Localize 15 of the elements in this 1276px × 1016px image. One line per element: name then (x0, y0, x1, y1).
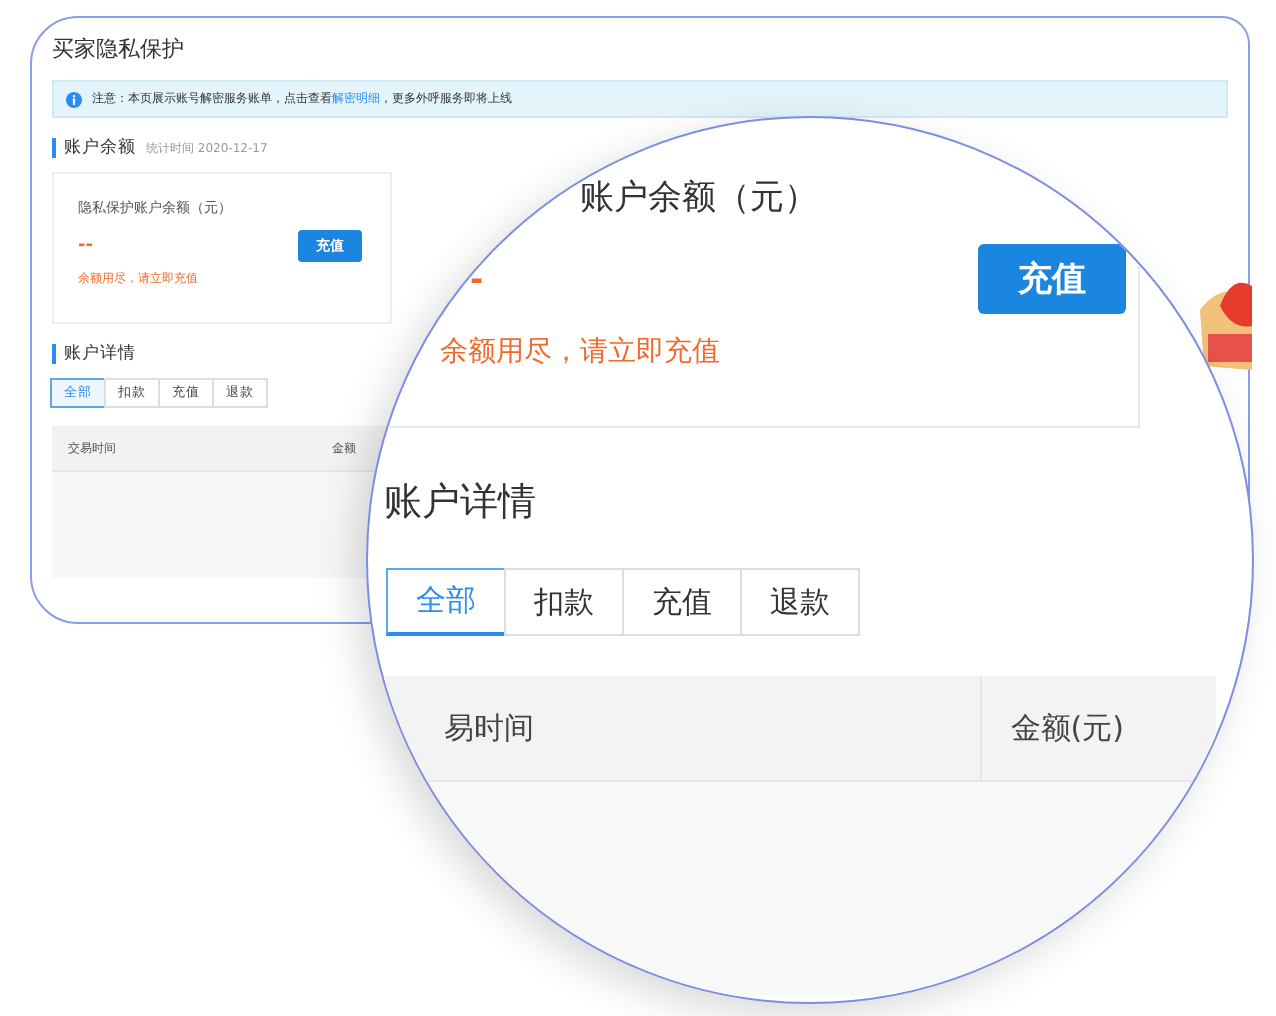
recharge-button[interactable]: 充值 (978, 244, 1126, 314)
page-title: 买家隐私保护 (52, 34, 186, 64)
section-title: 账户详情 (384, 478, 538, 528)
section-title: 账户余额 (64, 138, 136, 158)
filter-tab[interactable]: 退款 (740, 568, 860, 636)
info-icon (66, 91, 82, 107)
section-title: 账户详情 (64, 344, 136, 364)
column-header: 易时间 (444, 709, 534, 747)
filter-tab[interactable]: 扣款 (504, 568, 624, 636)
balance-value: -- (78, 236, 93, 256)
balance-warning: 余额用尽，请立即充值 (440, 334, 722, 370)
balance-value: - (468, 260, 484, 298)
column-header: 金额(元) (980, 676, 1124, 780)
balance-label: 账户余额（元） (578, 176, 820, 220)
filter-tab[interactable]: 充值 (622, 568, 742, 636)
